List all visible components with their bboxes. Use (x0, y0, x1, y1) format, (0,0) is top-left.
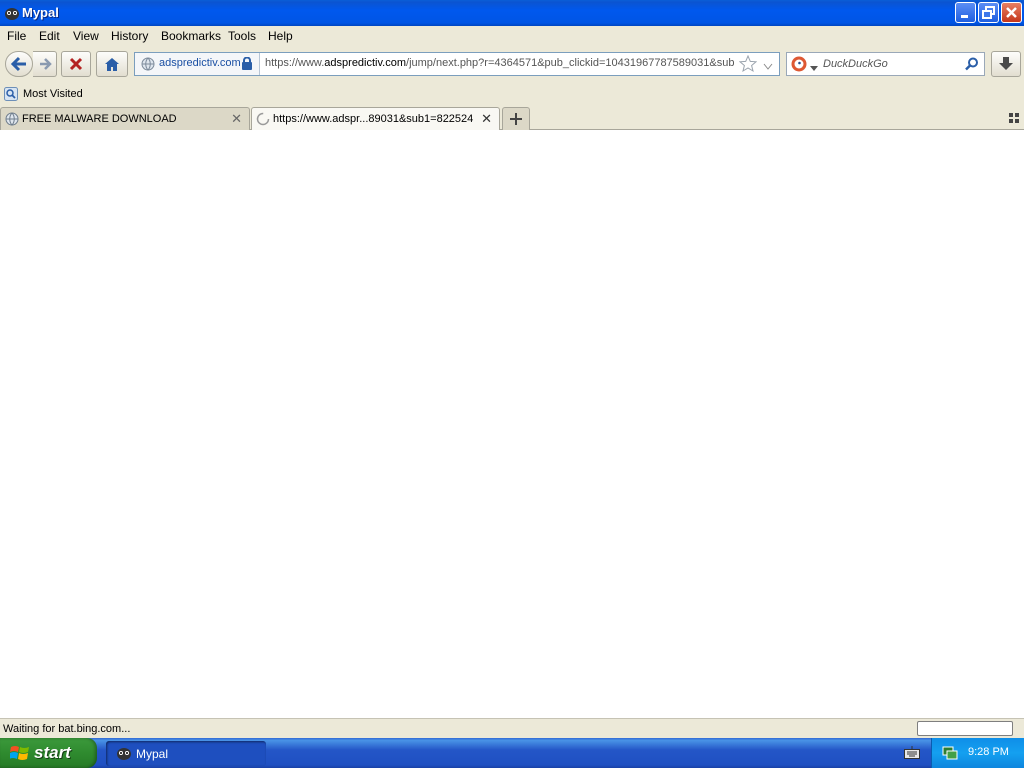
new-tab-button[interactable] (502, 107, 530, 130)
loading-spinner-icon (256, 112, 270, 129)
most-visited-label: Most Visited (23, 88, 83, 100)
globe-icon (141, 57, 155, 74)
downloads-button[interactable] (991, 51, 1021, 77)
url-text[interactable]: https://www.adspredictiv.com/jump/next.p… (265, 57, 735, 69)
tab-strip: FREE MALWARE DOWNLOAD ✕ https://www.adsp… (0, 106, 1024, 131)
menu-bookmarks[interactable]: Bookmarks (161, 29, 221, 43)
search-icon[interactable] (965, 57, 979, 74)
duckduckgo-engine-icon[interactable] (791, 56, 807, 75)
restore-button[interactable] (978, 2, 999, 23)
url-path: /jump/next.php?r=4364571&pub_clickid=104… (406, 57, 735, 69)
search-placeholder: DuckDuckGo (823, 58, 888, 70)
menu-file[interactable]: File (7, 29, 26, 43)
tab-active-loading[interactable]: https://www.adspr...89031&sub1=822524 ✕ (251, 107, 500, 131)
plus-icon (510, 113, 522, 125)
menu-help[interactable]: Help (268, 29, 293, 43)
start-button[interactable]: start (0, 738, 97, 768)
home-button[interactable] (96, 51, 128, 77)
tab-close-icon[interactable]: ✕ (481, 111, 492, 127)
close-window-button[interactable] (1001, 2, 1022, 23)
site-identity-button[interactable]: adspredictiv.com (135, 53, 260, 75)
back-button[interactable] (5, 51, 33, 77)
download-arrow-icon (999, 57, 1013, 70)
windows-logo-icon (9, 744, 30, 765)
app-icon (4, 5, 20, 24)
window-title: Mypal (22, 5, 59, 20)
globe-icon (5, 112, 19, 129)
taskbar-item-label: Mypal (136, 747, 169, 761)
forward-arrow-icon (39, 58, 52, 70)
clock[interactable]: 9:28 PM (968, 746, 1009, 758)
identity-label: adspredictiv.com (159, 57, 241, 69)
status-bar: Waiting for bat.bing.com... (0, 718, 1024, 738)
url-domain: adspredictiv.com (324, 57, 407, 69)
url-bar[interactable]: adspredictiv.com https://www.adspredicti… (134, 52, 780, 76)
taskbar-item-mypal[interactable]: Mypal (106, 741, 266, 766)
keyboard-icon[interactable] (904, 746, 920, 763)
lock-icon (241, 56, 253, 73)
navigation-toolbar: adspredictiv.com https://www.adspredicti… (0, 46, 1024, 84)
status-text: Waiting for bat.bing.com... (3, 723, 131, 735)
mypal-app-icon (116, 745, 132, 764)
home-icon (105, 57, 119, 71)
forward-button[interactable] (33, 51, 57, 77)
tab-close-icon[interactable]: ✕ (231, 111, 242, 127)
start-label: start (34, 743, 71, 762)
bookmarks-toolbar: Most Visited (0, 84, 1024, 106)
bookmark-star-icon[interactable] (738, 54, 758, 76)
menu-view[interactable]: View (73, 29, 99, 43)
network-icon[interactable] (942, 745, 958, 764)
engine-dropdown-icon[interactable] (810, 61, 818, 75)
url-prefix: https://www. (265, 57, 325, 69)
back-arrow-icon (10, 56, 26, 72)
taskbar: start Mypal 9:28 PM (0, 738, 1024, 768)
minimize-button[interactable] (955, 2, 976, 23)
menu-edit[interactable]: Edit (39, 29, 60, 43)
tab-groups-icon[interactable] (1009, 112, 1019, 126)
menu-bar: File Edit View History Bookmarks Tools H… (0, 26, 1024, 46)
tab-label: FREE MALWARE DOWNLOAD (22, 113, 177, 125)
tab-free-malware-download[interactable]: FREE MALWARE DOWNLOAD ✕ (0, 107, 250, 130)
tab-label: https://www.adspr...89031&sub1=822524 (273, 113, 474, 125)
most-visited-icon (4, 87, 18, 104)
menu-tools[interactable]: Tools (228, 29, 256, 43)
system-tray: 9:28 PM (931, 738, 1024, 768)
stop-button[interactable] (61, 51, 91, 77)
page-content[interactable] (0, 130, 1024, 718)
url-dropdown-icon[interactable] (763, 60, 773, 74)
stop-x-icon (69, 57, 83, 71)
search-bar[interactable]: DuckDuckGo (786, 52, 985, 76)
window-titlebar[interactable]: Mypal (0, 0, 1024, 26)
status-progress-field (917, 721, 1013, 736)
menu-history[interactable]: History (111, 29, 148, 43)
